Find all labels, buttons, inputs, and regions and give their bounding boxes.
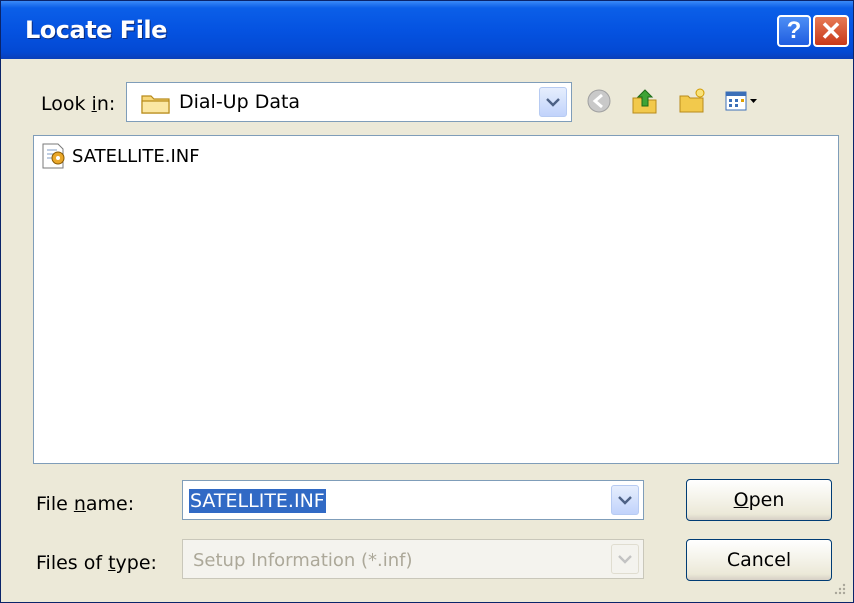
file-name-text: SATELLITE.INF <box>72 145 200 167</box>
title-bar[interactable]: Locate File ? ✕ <box>1 1 853 59</box>
up-folder-icon[interactable] <box>630 86 660 116</box>
resize-grip-icon[interactable] <box>832 581 846 595</box>
folder-icon <box>141 95 170 114</box>
look-in-dropdown-button[interactable] <box>539 87 567 117</box>
back-icon[interactable] <box>584 86 614 116</box>
dialog-content: Look in: Dial-Up Data SATELLITE.INF File… <box>4 59 850 599</box>
cancel-button[interactable]: Cancel <box>686 539 832 581</box>
chevron-down-icon <box>618 496 632 505</box>
help-icon: ? <box>786 17 802 44</box>
chevron-down-icon <box>618 555 632 564</box>
look-in-label: Look in: <box>41 93 116 115</box>
setup-file-icon <box>42 143 65 169</box>
file-item-satellite[interactable]: SATELLITE.INF <box>40 142 200 170</box>
close-button[interactable]: ✕ <box>813 15 849 47</box>
look-in-value: Dial-Up Data <box>179 91 301 113</box>
view-menu-icon[interactable] <box>724 86 760 116</box>
file-type-label: Files of type: <box>36 552 157 574</box>
file-type-dropdown-button <box>611 544 639 574</box>
window-title: Locate File <box>25 16 167 44</box>
file-name-selected-text: SATELLITE.INF <box>189 489 326 513</box>
file-list[interactable]: SATELLITE.INF <box>33 135 839 464</box>
file-type-value: Setup Information (*.inf) <box>193 550 413 571</box>
look-in-dropdown[interactable]: Dial-Up Data <box>126 82 572 122</box>
file-type-dropdown: Setup Information (*.inf) <box>182 539 644 579</box>
close-icon: ✕ <box>820 15 842 46</box>
file-name-dropdown-button[interactable] <box>611 485 639 515</box>
file-name-input[interactable]: SATELLITE.INF <box>182 480 644 520</box>
chevron-down-icon <box>546 98 560 107</box>
locate-file-dialog: Locate File ? ✕ Look in: Dial-Up Data SA… <box>0 0 854 603</box>
new-folder-icon[interactable] <box>677 86 707 116</box>
open-button[interactable]: Open <box>686 479 832 521</box>
file-name-label: File name: <box>36 493 135 515</box>
help-button[interactable]: ? <box>777 15 811 47</box>
